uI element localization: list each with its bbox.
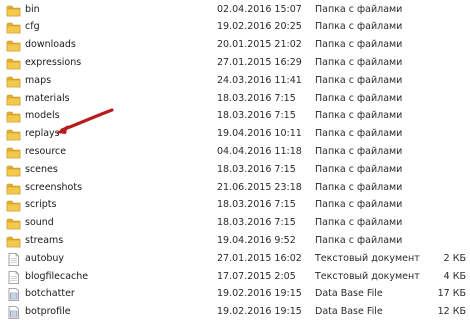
file-date-modified: 19.04.2016 10:11 [217, 128, 302, 140]
folder-icon [6, 182, 21, 195]
file-name: botprofile [25, 306, 71, 318]
file-type: Папка с файлами [315, 217, 403, 229]
file-type: Папка с файлами [315, 110, 403, 122]
file-date-modified: 02.04.2016 15:07 [217, 3, 302, 15]
file-name: models [25, 110, 60, 122]
file-date-modified: 18.03.2016 7:15 [217, 217, 296, 229]
file-row[interactable]: materials 18.03.2016 7:15 Папка с файлами [0, 91, 470, 109]
file-row[interactable]: expressions 27.01.2015 16:29 Папка с файла… [0, 55, 470, 73]
file-date-modified: 19.02.2016 20:25 [217, 21, 302, 33]
file-row[interactable]: botprofile 19.02.2016 19:15 Data Base File… [0, 304, 470, 322]
file-name: resource [25, 145, 67, 157]
folder-icon [6, 235, 21, 248]
file-row[interactable]: models 18.03.2016 7:15 Папка с файлами [0, 108, 470, 126]
file-name: replays [25, 128, 60, 140]
file-date-modified: 27.01.2015 16:02 [217, 252, 302, 264]
file-date-modified: 27.01.2015 16:29 [217, 56, 302, 68]
file-type: Data Base File [315, 288, 383, 300]
file-date-modified: 18.03.2016 7:15 [217, 199, 296, 211]
folder-icon [6, 39, 21, 52]
file-type: Папка с файлами [315, 234, 403, 246]
folder-icon [6, 57, 21, 70]
file-name: downloads [25, 39, 76, 51]
file-name: blogfilecache [25, 270, 89, 282]
file-type: Папка с файлами [315, 56, 403, 68]
file-type: Папка с файлами [315, 21, 403, 33]
file-row[interactable]: bin 02.04.2016 15:07 Папка с файлами [0, 2, 470, 20]
file-date-modified: 21.06.2015 23:18 [217, 181, 302, 193]
file-name: streams [25, 234, 64, 246]
file-date-modified: 19.02.2016 19:15 [217, 306, 302, 318]
file-date-modified: 17.07.2015 2:05 [217, 270, 296, 282]
file-name: botchatter [25, 288, 75, 300]
file-date-modified: 04.04.2016 11:18 [217, 145, 302, 157]
folder-icon [6, 199, 21, 212]
file-date-modified: 18.03.2016 7:15 [217, 92, 296, 104]
folder-icon [6, 4, 21, 17]
file-date-modified: 19.04.2016 9:52 [217, 234, 296, 246]
folder-icon [6, 128, 21, 141]
text-document-icon [6, 252, 21, 266]
file-name: expressions [25, 56, 82, 68]
file-type: Текстовый документ [315, 270, 420, 282]
file-type: Папка с файлами [315, 74, 403, 86]
file-row[interactable]: resource 04.04.2016 11:18 Папка с файлами [0, 144, 470, 162]
file-row[interactable]: streams 19.04.2016 9:52 Папка с файлами [0, 233, 470, 251]
file-type: Папка с файлами [315, 39, 403, 51]
file-row[interactable]: botchatter 19.02.2016 19:15 Data Base File… [0, 286, 470, 304]
file-row[interactable]: blogfilecache 17.07.2015 2:05 Текстовый до… [0, 269, 470, 287]
file-date-modified: 19.02.2016 19:15 [217, 288, 302, 300]
file-name: sound [25, 217, 54, 229]
file-type: Папка с файлами [315, 92, 403, 104]
file-row[interactable]: scripts 18.03.2016 7:15 Папка с файлами [0, 197, 470, 215]
file-row[interactable]: cfg 19.02.2016 20:25 Папка с файлами [0, 19, 470, 37]
database-file-icon [6, 306, 21, 319]
folder-icon [6, 21, 21, 34]
file-date-modified: 18.03.2016 7:15 [217, 110, 296, 122]
file-size: 17 КБ [437, 288, 466, 300]
file-type: Папка с файлами [315, 199, 403, 211]
database-file-icon [6, 288, 21, 302]
file-date-modified: 20.01.2015 21:02 [217, 39, 302, 51]
file-type: Data Base File [315, 306, 383, 318]
file-type: Текстовый документ [315, 252, 420, 264]
file-type: Папка с файлами [315, 3, 403, 15]
file-list: bin 02.04.2016 15:07 Папка с файлами cfg 19.… [0, 0, 470, 320]
folder-icon [6, 93, 21, 106]
file-date-modified: 18.03.2016 7:15 [217, 163, 296, 175]
file-row[interactable]: scenes 18.03.2016 7:15 Папка с файлами [0, 162, 470, 180]
file-type: Папка с файлами [315, 128, 403, 140]
folder-icon [6, 75, 21, 88]
folder-icon [6, 146, 21, 159]
file-row[interactable]: autobuy 27.01.2015 16:02 Текстовый докумен… [0, 251, 470, 269]
text-document-icon [6, 270, 21, 284]
file-name: cfg [25, 21, 40, 33]
file-name: bin [25, 3, 40, 15]
file-date-modified: 24.03.2016 11:41 [217, 74, 302, 86]
file-type: Папка с файлами [315, 163, 403, 175]
file-size: 4 КБ [443, 270, 466, 282]
file-name: scripts [25, 199, 57, 211]
folder-icon [6, 217, 21, 230]
file-type: Папка с файлами [315, 145, 403, 157]
file-row[interactable]: downloads 20.01.2015 21:02 Папка с файлами [0, 37, 470, 55]
file-row[interactable]: screenshots 21.06.2015 23:18 Папка с файла… [0, 180, 470, 198]
file-name: scenes [25, 163, 58, 175]
file-type: Папка с файлами [315, 181, 403, 193]
file-row[interactable]: sound 18.03.2016 7:15 Папка с файлами [0, 215, 470, 233]
folder-icon [6, 164, 21, 177]
file-name: screenshots [25, 181, 83, 193]
file-name: materials [25, 92, 70, 104]
file-name: autobuy [25, 252, 65, 264]
file-size: 12 КБ [437, 306, 466, 318]
file-row[interactable]: maps 24.03.2016 11:41 Папка с файлами [0, 73, 470, 91]
file-name: maps [25, 74, 52, 86]
folder-icon [6, 110, 21, 123]
file-row[interactable]: replays 19.04.2016 10:11 Папка с файлами [0, 126, 470, 144]
file-size: 2 КБ [443, 252, 466, 264]
